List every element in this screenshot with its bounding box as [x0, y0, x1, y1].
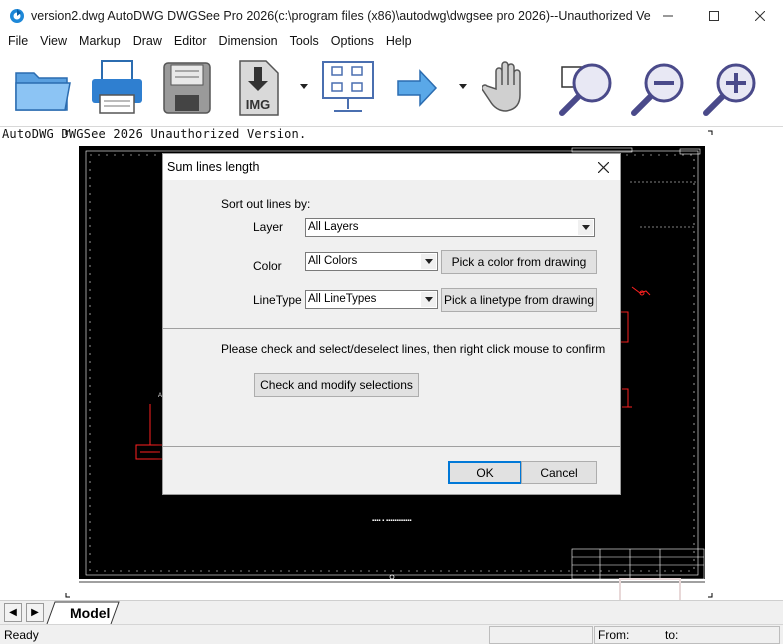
export-image-icon[interactable]: IMG	[234, 59, 282, 117]
layer-select-value: All Layers	[308, 221, 359, 233]
toolbar: IMG	[0, 51, 783, 127]
close-icon	[755, 10, 765, 21]
menu-file[interactable]: File	[2, 34, 34, 48]
close-window-button[interactable]	[737, 0, 783, 31]
color-select[interactable]: All Colors	[305, 252, 438, 271]
layout-icon[interactable]	[320, 59, 376, 117]
chevron-down-icon	[421, 292, 436, 307]
color-label: Color	[253, 259, 282, 273]
menu-help[interactable]: Help	[380, 34, 418, 48]
pick-color-button[interactable]: Pick a color from drawing	[441, 250, 597, 274]
zoom-window-icon[interactable]	[556, 59, 618, 117]
zoom-in-icon[interactable]	[700, 59, 762, 117]
window-title: version2.dwg AutoDWG DWGSee Pro 2026(c:\…	[31, 8, 651, 23]
menu-bar: File View Markup Draw Editor Dimension T…	[0, 31, 783, 51]
status-text: Ready	[4, 628, 39, 642]
instruction-text: Please check and select/deselect lines, …	[221, 342, 606, 356]
layout-tab-bar: ◀ ▶ Model	[0, 600, 783, 625]
status-field-empty	[489, 626, 593, 644]
menu-tools[interactable]: Tools	[284, 34, 325, 48]
next-dropdown-icon[interactable]	[459, 84, 467, 90]
from-label: From:	[598, 628, 630, 642]
maximize-icon	[709, 10, 719, 21]
svg-text:▪▪▪▪ ▪ ▪▪▪▪▪▪▪▪▪▪▪▪: ▪▪▪▪ ▪ ▪▪▪▪▪▪▪▪▪▪▪▪	[372, 518, 412, 524]
zoom-out-icon[interactable]	[628, 59, 690, 117]
layer-select[interactable]: All Layers	[305, 218, 595, 237]
export-dropdown-icon[interactable]	[300, 84, 308, 90]
maximize-button[interactable]	[691, 0, 737, 31]
dialog-separator	[163, 328, 620, 329]
minimize-button[interactable]	[645, 0, 691, 31]
menu-view[interactable]: View	[34, 34, 73, 48]
dialog-title: Sum lines length	[167, 160, 260, 174]
close-icon	[597, 161, 609, 173]
color-select-value: All Colors	[308, 255, 358, 267]
tab-model[interactable]: Model	[62, 602, 124, 624]
linetype-label: LineType	[253, 293, 302, 307]
dialog-title-bar: Sum lines length	[163, 154, 620, 180]
menu-draw[interactable]: Draw	[127, 34, 168, 48]
sum-lines-length-dialog: Sum lines length Sort out lines by: Laye…	[162, 153, 621, 495]
sort-heading: Sort out lines by:	[221, 197, 311, 211]
app-logo-icon	[10, 8, 24, 23]
chevron-down-icon	[578, 220, 593, 235]
pick-linetype-button[interactable]: Pick a linetype from drawing	[441, 288, 597, 312]
ok-button[interactable]: OK	[448, 461, 522, 484]
status-bar: Ready From: to:	[0, 624, 783, 644]
dialog-close-button[interactable]	[593, 157, 613, 177]
tab-prev-button[interactable]: ◀	[4, 603, 22, 622]
cancel-button[interactable]: Cancel	[521, 461, 597, 484]
chevron-down-icon	[421, 254, 436, 269]
dialog-separator	[163, 446, 620, 447]
save-icon[interactable]	[162, 59, 212, 117]
menu-options[interactable]: Options	[325, 34, 380, 48]
linetype-select-value: All LineTypes	[308, 293, 377, 305]
linetype-select[interactable]: All LineTypes	[305, 290, 438, 309]
unauthorized-banner: AutoDWG DWGSee 2026 Unauthorized Version…	[2, 127, 307, 141]
open-folder-icon[interactable]	[12, 59, 74, 117]
to-label: to:	[665, 628, 679, 642]
minimize-icon	[663, 15, 673, 16]
menu-dimension[interactable]: Dimension	[213, 34, 284, 48]
svg-text:IMG: IMG	[246, 97, 271, 112]
title-bar: version2.dwg AutoDWG DWGSee Pro 2026(c:\…	[0, 0, 783, 31]
print-icon[interactable]	[88, 59, 146, 117]
menu-editor[interactable]: Editor	[168, 34, 213, 48]
menu-markup[interactable]: Markup	[73, 34, 127, 48]
pan-hand-icon[interactable]	[482, 59, 538, 117]
tab-next-button[interactable]: ▶	[26, 603, 44, 622]
layer-label: Layer	[253, 220, 284, 234]
next-arrow-icon[interactable]	[394, 59, 440, 117]
check-modify-selections-button[interactable]: Check and modify selections	[254, 373, 419, 397]
